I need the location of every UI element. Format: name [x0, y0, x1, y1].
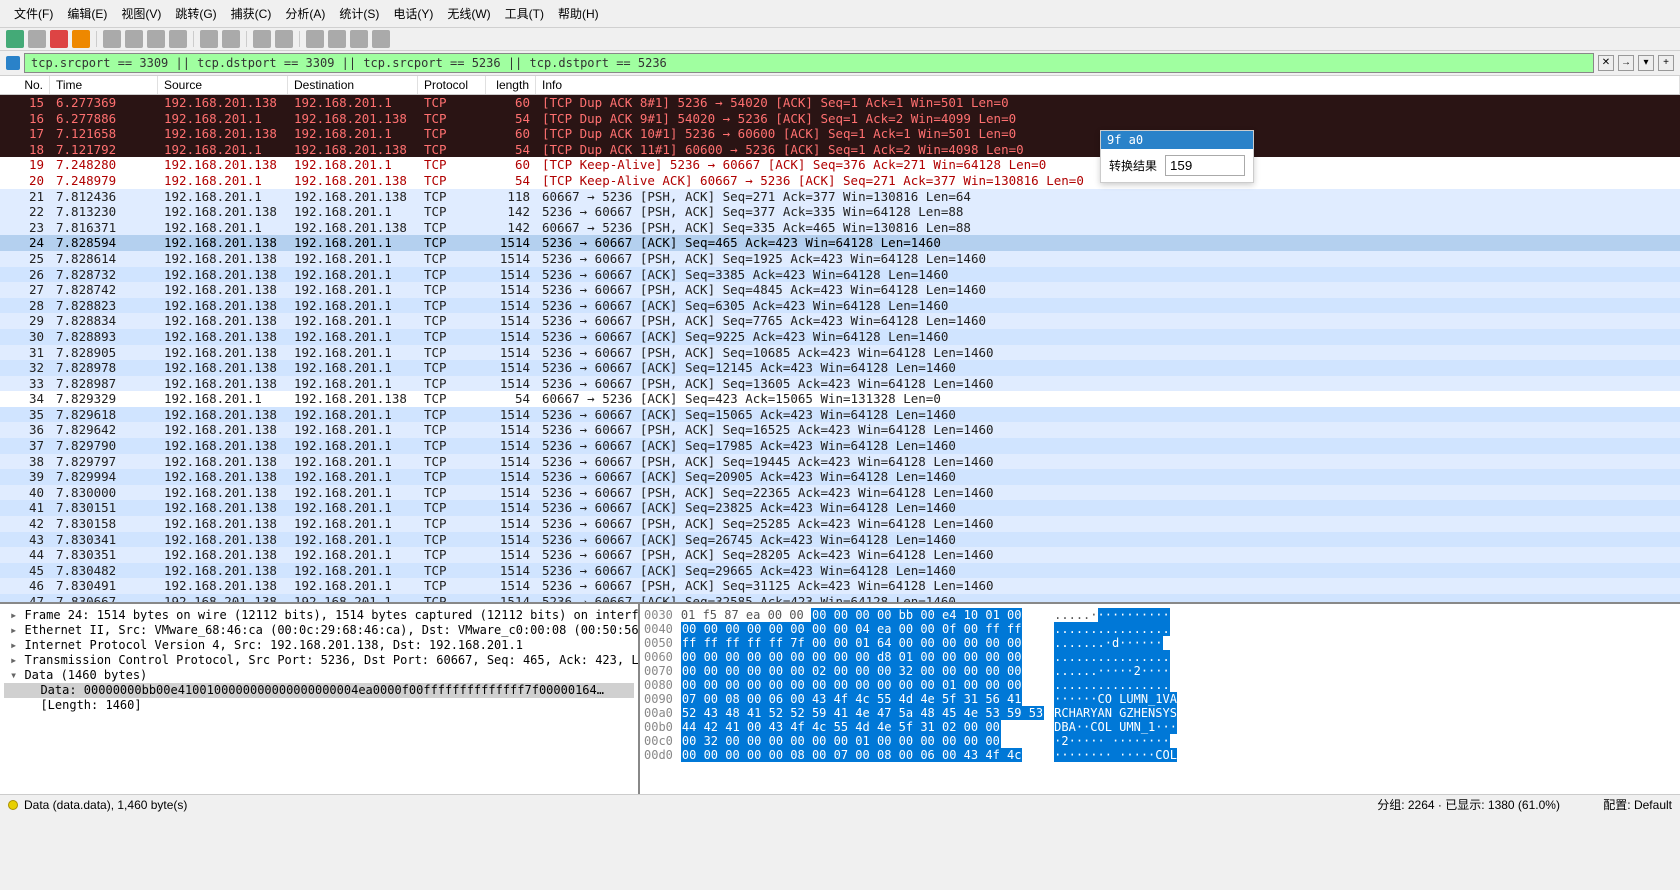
- tooltip-value-input[interactable]: [1165, 155, 1245, 176]
- packet-row[interactable]: 267.828732192.168.201.138192.168.201.1TC…: [0, 267, 1680, 283]
- toolbar-back-icon[interactable]: [125, 30, 143, 48]
- menu-item[interactable]: 电话(Y): [387, 3, 439, 24]
- packet-row[interactable]: 447.830351192.168.201.138192.168.201.1TC…: [0, 547, 1680, 563]
- packet-bytes-hex[interactable]: 003000400050006000700080009000a000b000c0…: [640, 604, 1680, 794]
- toolbar-zoom-in-icon[interactable]: [306, 30, 324, 48]
- packet-row[interactable]: 337.828987192.168.201.138192.168.201.1TC…: [0, 376, 1680, 392]
- filter-apply-button[interactable]: →: [1618, 55, 1634, 71]
- packet-row[interactable]: 327.828978192.168.201.138192.168.201.1TC…: [0, 360, 1680, 376]
- menu-item[interactable]: 统计(S): [333, 3, 385, 24]
- packet-row[interactable]: 257.828614192.168.201.138192.168.201.1TC…: [0, 251, 1680, 267]
- toolbar-first-icon[interactable]: [200, 30, 218, 48]
- packet-row[interactable]: 166.277886192.168.201.1192.168.201.138TC…: [0, 111, 1680, 127]
- packet-row[interactable]: 437.830341192.168.201.138192.168.201.1TC…: [0, 532, 1680, 548]
- packet-row[interactable]: 367.829642192.168.201.138192.168.201.1TC…: [0, 422, 1680, 438]
- col-source[interactable]: Source: [158, 76, 288, 94]
- packet-row[interactable]: 177.121658192.168.201.138192.168.201.1TC…: [0, 126, 1680, 142]
- menu-item[interactable]: 分析(A): [279, 3, 331, 24]
- tooltip-label: 转换结果: [1109, 157, 1157, 174]
- toolbar-goto-icon[interactable]: [169, 30, 187, 48]
- packet-row[interactable]: 407.830000192.168.201.138192.168.201.1TC…: [0, 485, 1680, 501]
- packet-row[interactable]: 297.828834192.168.201.138192.168.201.1TC…: [0, 313, 1680, 329]
- toolbar-zoom-reset-icon[interactable]: [350, 30, 368, 48]
- packet-row[interactable]: 247.828594192.168.201.138192.168.201.1TC…: [0, 235, 1680, 251]
- packet-row[interactable]: 417.830151192.168.201.138192.168.201.1TC…: [0, 500, 1680, 516]
- filter-history-button[interactable]: ▾: [1638, 55, 1654, 71]
- display-filter-input[interactable]: [24, 53, 1594, 73]
- tree-node[interactable]: Frame 24: 1514 bytes on wire (12112 bits…: [4, 608, 634, 623]
- tree-node[interactable]: [Length: 1460]: [4, 698, 634, 713]
- filter-clear-button[interactable]: ✕: [1598, 55, 1614, 71]
- toolbar-colorize-icon[interactable]: [275, 30, 293, 48]
- packet-row[interactable]: 287.828823192.168.201.138192.168.201.1TC…: [0, 298, 1680, 314]
- menu-item[interactable]: 无线(W): [441, 3, 496, 24]
- tree-node[interactable]: Data: 00000000bb00e410010000000000000000…: [4, 683, 634, 698]
- packet-row[interactable]: 317.828905192.168.201.138192.168.201.1TC…: [0, 345, 1680, 361]
- toolbar-zoom-out-icon[interactable]: [328, 30, 346, 48]
- tree-node[interactable]: Data (1460 bytes): [4, 668, 634, 683]
- expert-info-icon[interactable]: [8, 800, 18, 810]
- hex-conversion-tooltip: 9f a0 转换结果: [1100, 130, 1254, 183]
- filter-add-button[interactable]: +: [1658, 55, 1674, 71]
- toolbar-open-icon[interactable]: [6, 30, 24, 48]
- menu-item[interactable]: 捕获(C): [225, 3, 278, 24]
- packet-row[interactable]: 457.830482192.168.201.138192.168.201.1TC…: [0, 563, 1680, 579]
- toolbar-autoscroll-icon[interactable]: [253, 30, 271, 48]
- packet-row[interactable]: 347.829329192.168.201.1192.168.201.138TC…: [0, 391, 1680, 407]
- menu-item[interactable]: 帮助(H): [552, 3, 605, 24]
- packet-row[interactable]: 307.828893192.168.201.138192.168.201.1TC…: [0, 329, 1680, 345]
- menu-item[interactable]: 视图(V): [115, 3, 167, 24]
- col-dest[interactable]: Destination: [288, 76, 418, 94]
- packet-row[interactable]: 277.828742192.168.201.138192.168.201.1TC…: [0, 282, 1680, 298]
- packet-row[interactable]: 227.813230192.168.201.138192.168.201.1TC…: [0, 204, 1680, 220]
- col-protocol[interactable]: Protocol: [418, 76, 486, 94]
- menu-item[interactable]: 文件(F): [8, 3, 59, 24]
- toolbar-resize-icon[interactable]: [372, 30, 390, 48]
- packet-row[interactable]: 207.248979192.168.201.1192.168.201.138TC…: [0, 173, 1680, 189]
- status-field-info: Data (data.data), 1,460 byte(s): [24, 798, 187, 812]
- toolbar-save-icon[interactable]: [28, 30, 46, 48]
- col-length[interactable]: length: [486, 76, 536, 94]
- packet-row[interactable]: 377.829790192.168.201.138192.168.201.1TC…: [0, 438, 1680, 454]
- menu-item[interactable]: 跳转(G): [169, 3, 222, 24]
- tooltip-hex-bytes: 9f a0: [1101, 131, 1253, 149]
- col-info[interactable]: Info: [536, 76, 1680, 94]
- status-bar: Data (data.data), 1,460 byte(s) 分组: 2264…: [0, 794, 1680, 814]
- toolbar-last-icon[interactable]: [222, 30, 240, 48]
- packet-row[interactable]: 387.829797192.168.201.138192.168.201.1TC…: [0, 454, 1680, 470]
- toolbar-find-icon[interactable]: [103, 30, 121, 48]
- menu-bar: 文件(F)编辑(E)视图(V)跳转(G)捕获(C)分析(A)统计(S)电话(Y)…: [0, 0, 1680, 28]
- toolbar-restart-icon[interactable]: [72, 30, 90, 48]
- packet-list-pane[interactable]: No. Time Source Destination Protocol len…: [0, 76, 1680, 604]
- packet-list-header[interactable]: No. Time Source Destination Protocol len…: [0, 76, 1680, 95]
- tree-node[interactable]: Internet Protocol Version 4, Src: 192.16…: [4, 638, 634, 653]
- bookmark-icon[interactable]: [6, 56, 20, 70]
- packet-row[interactable]: 197.248280192.168.201.138192.168.201.1TC…: [0, 157, 1680, 173]
- col-no[interactable]: No.: [0, 76, 50, 94]
- packet-row[interactable]: 187.121792192.168.201.1192.168.201.138TC…: [0, 142, 1680, 158]
- packet-row[interactable]: 467.830491192.168.201.138192.168.201.1TC…: [0, 578, 1680, 594]
- packet-row[interactable]: 427.830158192.168.201.138192.168.201.1TC…: [0, 516, 1680, 532]
- display-filter-bar: ✕ → ▾ +: [0, 51, 1680, 76]
- packet-row[interactable]: 357.829618192.168.201.138192.168.201.1TC…: [0, 407, 1680, 423]
- menu-item[interactable]: 编辑(E): [61, 3, 113, 24]
- packet-row[interactable]: 397.829994192.168.201.138192.168.201.1TC…: [0, 469, 1680, 485]
- tree-node[interactable]: Transmission Control Protocol, Src Port:…: [4, 653, 634, 668]
- status-packet-count: 分组: 2264 · 已显示: 1380 (61.0%): [1377, 798, 1560, 812]
- col-time[interactable]: Time: [50, 76, 158, 94]
- menu-item[interactable]: 工具(T): [499, 3, 550, 24]
- toolbar-stop-icon[interactable]: [50, 30, 68, 48]
- packet-details-tree[interactable]: Frame 24: 1514 bytes on wire (12112 bits…: [0, 604, 640, 794]
- packet-row[interactable]: 237.816371192.168.201.1192.168.201.138TC…: [0, 220, 1680, 236]
- packet-row[interactable]: 217.812436192.168.201.1192.168.201.138TC…: [0, 189, 1680, 205]
- main-toolbar: [0, 28, 1680, 51]
- packet-row[interactable]: 156.277369192.168.201.138192.168.201.1TC…: [0, 95, 1680, 111]
- packet-row[interactable]: 477.830667192.168.201.138192.168.201.1TC…: [0, 594, 1680, 604]
- detail-panes: Frame 24: 1514 bytes on wire (12112 bits…: [0, 604, 1680, 794]
- toolbar-forward-icon[interactable]: [147, 30, 165, 48]
- status-profile[interactable]: 配置: Default: [1603, 798, 1672, 812]
- tree-node[interactable]: Ethernet II, Src: VMware_68:46:ca (00:0c…: [4, 623, 634, 638]
